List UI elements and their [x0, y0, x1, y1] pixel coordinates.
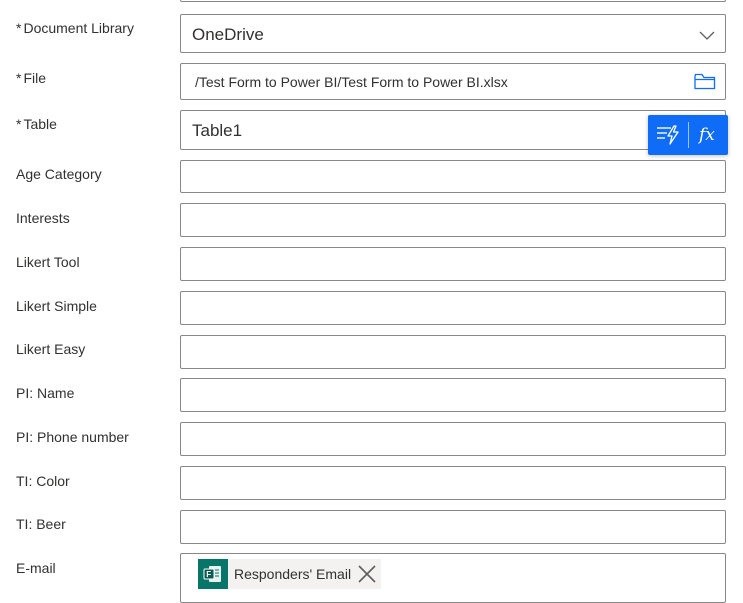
likert-tool-label: Likert Tool — [16, 254, 80, 270]
folder-icon[interactable] — [694, 73, 716, 95]
ti-beer-label: TI: Beer — [16, 516, 66, 532]
previous-field-edge — [180, 0, 726, 2]
required-marker: * — [16, 116, 22, 132]
pi-name-input[interactable] — [180, 378, 726, 412]
ti-color-input[interactable] — [180, 466, 726, 500]
likert-easy-input[interactable] — [180, 335, 726, 369]
expression-toolbar: fx — [648, 115, 728, 155]
chevron-down-icon[interactable] — [699, 28, 715, 46]
pi-phone-label: PI: Phone number — [16, 429, 129, 445]
ti-color-label: TI: Color — [16, 473, 70, 489]
age-category-label: Age Category — [16, 166, 102, 182]
likert-tool-input[interactable] — [180, 247, 726, 281]
table-dropdown[interactable]: Table1 — [180, 110, 726, 150]
dynamic-content-token[interactable]: F Responders' Email — [198, 559, 382, 589]
likert-easy-label: Likert Easy — [16, 341, 86, 357]
dynamic-content-icon[interactable] — [657, 125, 679, 150]
interests-label: Interests — [16, 210, 70, 226]
age-category-input[interactable] — [180, 160, 726, 193]
email-label: E-mail — [16, 560, 56, 576]
file-label: * File — [16, 70, 47, 86]
svg-text:F: F — [206, 570, 211, 579]
file-input[interactable]: /Test Form to Power BI/Test Form to Powe… — [180, 63, 726, 100]
likert-simple-input[interactable] — [180, 291, 726, 325]
table-label: * Table — [16, 116, 57, 132]
document-library-value: OneDrive — [192, 25, 264, 44]
required-marker: * — [16, 20, 22, 36]
close-icon[interactable] — [357, 564, 379, 584]
ti-beer-input[interactable] — [180, 510, 726, 544]
file-path-value: /Test Form to Power BI/Test Form to Powe… — [195, 74, 508, 90]
document-library-dropdown[interactable]: OneDrive — [180, 14, 726, 53]
fx-icon[interactable]: fx — [697, 123, 720, 150]
token-label: Responders' Email — [234, 566, 352, 582]
email-input[interactable]: F Responders' Email — [180, 553, 726, 603]
pi-phone-input[interactable] — [180, 422, 726, 456]
pi-name-label: PI: Name — [16, 385, 75, 401]
svg-text:fx: fx — [698, 125, 715, 145]
likert-simple-label: Likert Simple — [16, 298, 97, 314]
document-library-label: * Document Library — [16, 20, 134, 36]
forms-icon: F — [198, 559, 228, 589]
table-value: Table1 — [192, 121, 243, 140]
interests-input[interactable] — [180, 203, 726, 237]
required-marker: * — [16, 70, 22, 86]
toolbar-divider — [688, 122, 689, 148]
